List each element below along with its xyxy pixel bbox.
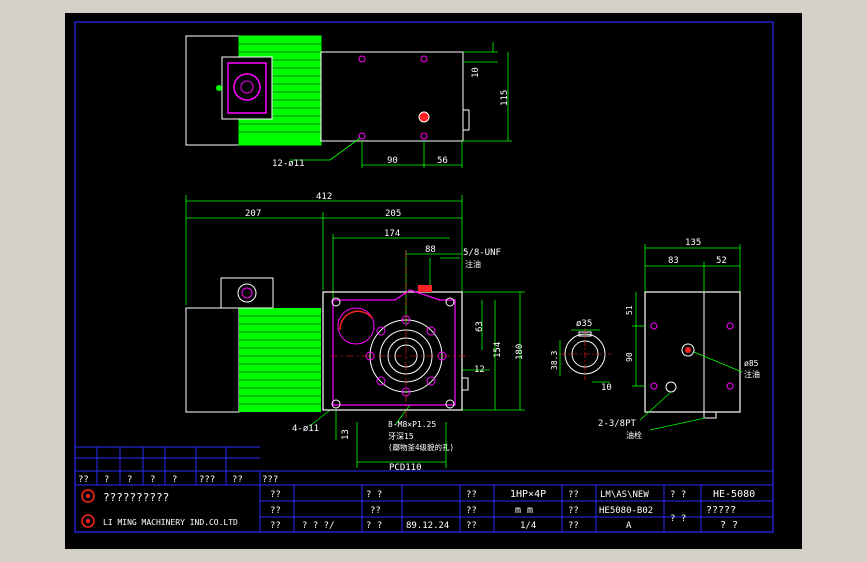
tb-r2c10: ????? <box>706 505 736 516</box>
note-unf-sub: 注油 <box>465 259 481 269</box>
tb-r1c10: HE-5080 <box>713 489 755 500</box>
tb-small-5: ??? <box>199 475 215 485</box>
dim-top-90: 90 <box>387 156 398 166</box>
dim-top-56: 56 <box>437 156 448 166</box>
tb-r1c3: ? ? <box>366 490 382 500</box>
dim-412: 412 <box>316 192 332 202</box>
tb-r1c9: ? ? <box>670 490 686 500</box>
tb-r3c4: 89.12.24 <box>406 521 449 531</box>
tb-r2c5: ?? <box>466 506 477 516</box>
company-name-en: LI MING MACHINERY IND.CO.LTD <box>103 518 238 527</box>
tb-r2c6: m m <box>515 505 533 516</box>
dim-205: 205 <box>385 209 401 219</box>
note-4-holes: 4-ø11 <box>292 424 319 434</box>
tb-r3c2: ? ? ?/ <box>302 521 335 531</box>
dim-phi-85-sub: 注油 <box>744 369 760 379</box>
dim-shaft-10: 10 <box>601 383 612 393</box>
note-bpt-sub: 油栓 <box>626 430 642 440</box>
tb-small-1: ? <box>104 475 109 485</box>
dim-180: 180 <box>515 344 525 360</box>
tb-r3c7: ?? <box>568 521 579 531</box>
dim-88: 88 <box>425 245 436 255</box>
tb-r2c8: HE5080-B02 <box>599 506 653 516</box>
tb-small-6: ?? <box>232 475 243 485</box>
tb-r2c3: ?? <box>370 506 381 516</box>
tb-r1c7: ?? <box>568 490 579 500</box>
company-name-cn: ?????????? <box>103 491 169 504</box>
dim-52: 52 <box>716 256 727 266</box>
dim-174: 174 <box>384 229 400 239</box>
dim-207: 207 <box>245 209 261 219</box>
dim-12: 12 <box>474 365 485 375</box>
dim-135: 135 <box>685 238 701 248</box>
motor-fins-side <box>239 308 321 412</box>
dim-phi-85: ø85 <box>744 359 759 368</box>
tb-r3c1: ?? <box>270 521 281 531</box>
dim-154: 154 <box>493 342 503 358</box>
note-tap: 8-M8×P1.25 <box>388 420 436 429</box>
dim-side-90: 90 <box>625 352 634 362</box>
tb-r3c3: ? ? <box>366 521 382 531</box>
dim-51: 51 <box>625 305 634 315</box>
dim-top-10: 10 <box>471 67 481 78</box>
dim-top-115: 115 <box>500 90 510 106</box>
tb-r2c1: ?? <box>270 506 281 516</box>
dim-13: 13 <box>341 429 351 440</box>
tb-r3c6: 1/4 <box>520 521 536 531</box>
note-top-holes: 12-ø11 <box>272 159 305 169</box>
tb-r1c8: LM\AS\NEW <box>600 490 649 500</box>
tb-small-3: ? <box>150 475 155 485</box>
tb-r3c5: ?? <box>466 521 477 531</box>
tb-r1c1: ?? <box>270 490 281 500</box>
note-tap-sub: 牙深15 <box>388 432 414 441</box>
tb-r3c10: ? ? <box>720 520 738 531</box>
note-bpt: 2-3/8PT <box>598 419 637 429</box>
tb-r2c7: ?? <box>568 506 579 516</box>
dim-63: 63 <box>475 321 485 332</box>
tb-small-2: ? <box>127 475 132 485</box>
dim-phi-35: ø35 <box>576 319 592 329</box>
dim-38-3: 38.3 <box>550 351 559 370</box>
drawing-area <box>65 13 802 549</box>
tb-r3c8: A <box>626 521 632 531</box>
tb-r1c6: 1HP×4P <box>510 489 546 500</box>
tb-small-7: ??? <box>262 475 278 485</box>
dim-83: 83 <box>668 256 679 266</box>
cad-drawing-canvas: 10 115 90 56 12-ø11 412 207 205 174 88 6… <box>0 0 867 562</box>
tb-small-0: ?? <box>78 475 89 485</box>
tb-small-4: ? <box>172 475 177 485</box>
note-unf: 5/8-UNF <box>463 248 501 258</box>
tb-r1c5: ?? <box>466 490 477 500</box>
note-tap-sub2: (躑物釜4级貌的孔) <box>388 442 454 452</box>
terminal-box <box>221 56 273 120</box>
tb-r2c9: ? ? <box>670 514 686 524</box>
